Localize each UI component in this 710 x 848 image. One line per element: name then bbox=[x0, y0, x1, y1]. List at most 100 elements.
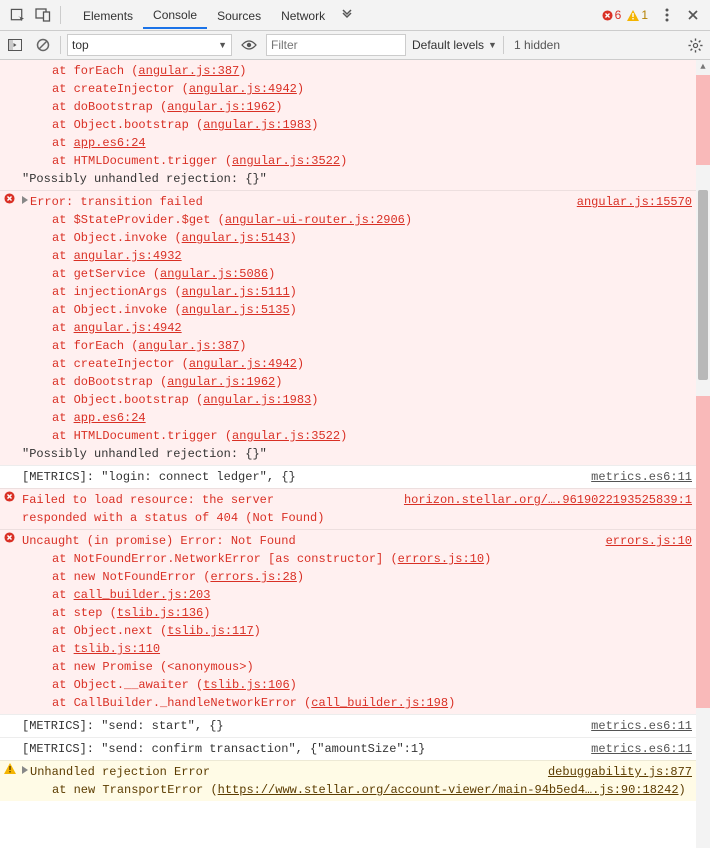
inspect-icon[interactable] bbox=[4, 2, 30, 28]
console-entry[interactable]: errors.js:10Uncaught (in promise) Error:… bbox=[0, 529, 696, 714]
message-text: [METRICS]: "login: connect ledger", {} bbox=[22, 470, 296, 484]
source-link[interactable]: angular.js:4932 bbox=[74, 249, 182, 263]
source-link[interactable]: errors.js:10 bbox=[398, 552, 484, 566]
source-link[interactable]: angular.js:4942 bbox=[189, 357, 297, 371]
stack-frame: at app.es6:24 bbox=[52, 134, 692, 152]
clear-console-icon[interactable] bbox=[32, 34, 54, 56]
context-value: top bbox=[72, 38, 89, 52]
source-link[interactable]: call_builder.js:203 bbox=[74, 588, 211, 602]
close-devtools-icon[interactable] bbox=[680, 2, 706, 28]
stack-frame: at HTMLDocument.trigger (angular.js:3522… bbox=[52, 427, 692, 445]
stack-frame: at Object.bootstrap (angular.js:1983) bbox=[52, 391, 692, 409]
source-link[interactable]: errors.js:10 bbox=[606, 532, 692, 550]
scrollbar-track[interactable]: ▲ bbox=[696, 60, 710, 848]
source-link[interactable]: call_builder.js:198 bbox=[311, 696, 448, 710]
stack-frame: at CallBuilder._handleNetworkError (call… bbox=[52, 694, 692, 712]
stack-frame: at Object.invoke (angular.js:5135) bbox=[52, 301, 692, 319]
stack-frame: at angular.js:4932 bbox=[52, 247, 692, 265]
console-entry[interactable]: metrics.es6:11 [METRICS]: "send: confirm … bbox=[0, 737, 696, 760]
scrollbar-thumb[interactable] bbox=[698, 190, 708, 380]
console-entry[interactable]: metrics.es6:11 [METRICS]: "send: start", … bbox=[0, 714, 696, 737]
source-link[interactable]: app.es6:24 bbox=[74, 411, 146, 425]
context-selector[interactable]: top ▼ bbox=[67, 34, 232, 56]
source-link[interactable]: metrics.es6:11 bbox=[591, 717, 692, 735]
live-expression-icon[interactable] bbox=[238, 34, 260, 56]
stack-frame: at createInjector (angular.js:4942) bbox=[52, 80, 692, 98]
separator bbox=[60, 6, 61, 24]
source-link[interactable]: angular.js:387 bbox=[138, 64, 239, 78]
disclosure-triangle-icon[interactable] bbox=[22, 766, 28, 774]
source-link[interactable]: angular.js:3522 bbox=[232, 429, 340, 443]
source-link[interactable]: angular.js:387 bbox=[138, 339, 239, 353]
show-sidebar-icon[interactable] bbox=[4, 34, 26, 56]
console-entry[interactable]: debuggability.js:877Unhandled rejection … bbox=[0, 760, 696, 801]
tab-network[interactable]: Network bbox=[271, 3, 335, 28]
source-link[interactable]: https://www.stellar.org/account-viewer/m… bbox=[218, 783, 679, 797]
chevron-down-icon: ▼ bbox=[488, 40, 497, 50]
source-link[interactable]: tslib.js:106 bbox=[203, 678, 289, 692]
error-count[interactable]: 6 bbox=[602, 8, 622, 22]
tab-sources[interactable]: Sources bbox=[207, 3, 271, 28]
stack-frame: at doBootstrap (angular.js:1962) bbox=[52, 373, 692, 391]
more-tabs-icon[interactable] bbox=[335, 2, 359, 28]
panel-tabs: Elements Console Sources Network bbox=[73, 2, 359, 29]
source-link[interactable]: metrics.es6:11 bbox=[591, 740, 692, 758]
source-link[interactable]: debuggability.js:877 bbox=[548, 763, 692, 781]
source-link[interactable]: tslib.js:110 bbox=[74, 642, 160, 656]
settings-gear-icon[interactable] bbox=[684, 34, 706, 56]
console-entry[interactable]: at forEach (angular.js:387)at createInje… bbox=[0, 60, 696, 190]
stack-frame: at HTMLDocument.trigger (angular.js:3522… bbox=[52, 152, 692, 170]
console-entry[interactable]: angular.js:15570Error: transition failed… bbox=[0, 190, 696, 465]
stack-frame: at app.es6:24 bbox=[52, 409, 692, 427]
source-link[interactable]: angular-ui-router.js:2906 bbox=[225, 213, 405, 227]
stack-frame: at step (tslib.js:136) bbox=[52, 604, 692, 622]
kebab-menu-icon[interactable] bbox=[654, 2, 680, 28]
console-entry[interactable]: metrics.es6:11 [METRICS]: "login: connect… bbox=[0, 465, 696, 488]
error-count-value: 6 bbox=[615, 8, 622, 22]
source-link[interactable]: angular.js:5135 bbox=[182, 303, 290, 317]
error-badge-icon bbox=[602, 10, 613, 21]
tab-console[interactable]: Console bbox=[143, 2, 207, 29]
disclosure-triangle-icon[interactable] bbox=[22, 196, 28, 204]
source-link[interactable]: angular.js:1962 bbox=[167, 375, 275, 389]
levels-label: Default levels bbox=[412, 38, 484, 52]
source-link[interactable]: app.es6:24 bbox=[74, 136, 146, 150]
source-link[interactable]: angular.js:4942 bbox=[74, 321, 182, 335]
devtools-tabbar: Elements Console Sources Network 6 1 bbox=[0, 0, 710, 31]
source-link[interactable]: tslib.js:117 bbox=[167, 624, 253, 638]
scroll-up-icon[interactable]: ▲ bbox=[696, 60, 710, 74]
source-link[interactable]: errors.js:28 bbox=[210, 570, 296, 584]
stack-frame: at injectionArgs (angular.js:5111) bbox=[52, 283, 692, 301]
stack-trace: at new TransportError (https://www.stell… bbox=[52, 781, 692, 799]
source-link[interactable]: metrics.es6:11 bbox=[591, 468, 692, 486]
source-link[interactable]: tslib.js:136 bbox=[117, 606, 203, 620]
tab-elements[interactable]: Elements bbox=[73, 3, 143, 28]
stack-frame: at new Promise (<anonymous>) bbox=[52, 658, 692, 676]
filter-input[interactable] bbox=[266, 34, 406, 56]
message-text: [METRICS]: "send: start", {} bbox=[22, 719, 224, 733]
separator bbox=[60, 36, 61, 54]
source-link[interactable]: horizon.stellar.org/….9619022193525839:1 bbox=[404, 491, 692, 509]
stack-frame: at tslib.js:110 bbox=[52, 640, 692, 658]
warning-count[interactable]: 1 bbox=[627, 8, 648, 22]
console-messages: at forEach (angular.js:387)at createInje… bbox=[0, 60, 710, 848]
source-link[interactable]: angular.js:1983 bbox=[203, 118, 311, 132]
log-levels-selector[interactable]: Default levels ▼ bbox=[412, 38, 497, 52]
stack-frame: at getService (angular.js:5086) bbox=[52, 265, 692, 283]
source-link[interactable]: angular.js:15570 bbox=[577, 193, 692, 211]
source-link[interactable]: angular.js:1962 bbox=[167, 100, 275, 114]
source-link[interactable]: angular.js:1983 bbox=[203, 393, 311, 407]
stack-frame: at call_builder.js:203 bbox=[52, 586, 692, 604]
source-link[interactable]: angular.js:4942 bbox=[189, 82, 297, 96]
message-text: [METRICS]: "send: confirm transaction", … bbox=[22, 742, 425, 756]
device-toggle-icon[interactable] bbox=[30, 2, 56, 28]
source-link[interactable]: angular.js:5143 bbox=[182, 231, 290, 245]
stack-frame: at NotFoundError.NetworkError [as constr… bbox=[52, 550, 692, 568]
console-entry[interactable]: horizon.stellar.org/….9619022193525839:1… bbox=[0, 488, 696, 529]
source-link[interactable]: angular.js:3522 bbox=[232, 154, 340, 168]
stack-frame: at createInjector (angular.js:4942) bbox=[52, 355, 692, 373]
source-link[interactable]: angular.js:5086 bbox=[160, 267, 268, 281]
hidden-messages[interactable]: 1 hidden bbox=[514, 38, 560, 52]
stack-frame: at $StateProvider.$get (angular-ui-route… bbox=[52, 211, 692, 229]
source-link[interactable]: angular.js:5111 bbox=[182, 285, 290, 299]
